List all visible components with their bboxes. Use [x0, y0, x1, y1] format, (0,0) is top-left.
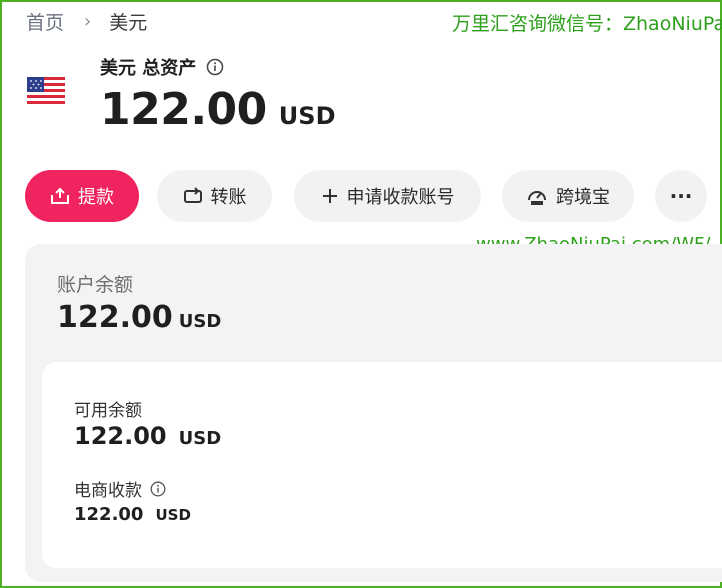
account-balance: 122.00 USD: [57, 300, 221, 335]
us-flag-icon: [27, 77, 65, 107]
available-balance-currency: USD: [178, 428, 222, 449]
total-currency: USD: [278, 102, 336, 130]
info-icon[interactable]: [150, 481, 166, 497]
ecommerce-receipt-currency: USD: [155, 506, 191, 524]
breadcrumb: 首页 › 美元: [26, 8, 148, 35]
transfer-button[interactable]: 转账: [157, 170, 272, 222]
info-icon[interactable]: [206, 58, 224, 76]
apply-account-label: 申请收款账号: [346, 187, 455, 208]
more-icon: ···: [669, 184, 693, 208]
kuajingbao-label: 跨境宝: [556, 187, 610, 208]
account-balance-label: 账户余额: [57, 274, 134, 296]
ecommerce-receipt-amount: 122.00: [74, 504, 144, 525]
account-balance-panel: 账户余额 122.00 USD 可用余额 122.00 USD 电商收款 122…: [25, 244, 722, 582]
available-balance-label: 可用余额: [74, 396, 142, 421]
ecommerce-receipt-label-text: 电商收款: [74, 481, 142, 501]
chevron-right-icon: ›: [84, 10, 92, 32]
kuajingbao-button[interactable]: 跨境宝: [502, 170, 634, 222]
total-amount: 122.00: [100, 84, 267, 135]
available-balance-amount: 122.00: [74, 422, 167, 450]
available-balance-label-text: 可用余额: [74, 401, 142, 421]
more-button[interactable]: ···: [655, 170, 707, 222]
transfer-label: 转账: [210, 187, 247, 208]
transfer-icon: [183, 187, 203, 205]
apply-account-button[interactable]: 申请收款账号: [294, 170, 481, 222]
account-title: 美元 总资产: [100, 54, 224, 80]
account-balance-amount: 122.00: [57, 300, 173, 335]
total-assets: 122.00 USD: [100, 84, 336, 135]
account-title-text: 美元 总资产: [100, 58, 197, 79]
withdraw-icon: [50, 187, 70, 205]
available-balance: 122.00 USD: [74, 422, 221, 450]
ecommerce-receipt: 122.00 USD: [74, 504, 191, 525]
breadcrumb-current: 美元: [109, 11, 148, 34]
gauge-icon: [526, 185, 548, 207]
account-balance-currency: USD: [178, 311, 222, 332]
ecommerce-receipt-label: 电商收款: [74, 476, 166, 501]
balance-detail-card: 可用余额 122.00 USD 电商收款 122.00 USD: [42, 362, 722, 568]
withdraw-label: 提款: [78, 187, 114, 208]
plus-icon: [321, 187, 339, 205]
withdraw-button[interactable]: 提款: [25, 170, 139, 222]
breadcrumb-home-link[interactable]: 首页: [26, 8, 64, 35]
watermark-wechat: 万里汇咨询微信号：ZhaoNiuPai: [452, 13, 722, 35]
